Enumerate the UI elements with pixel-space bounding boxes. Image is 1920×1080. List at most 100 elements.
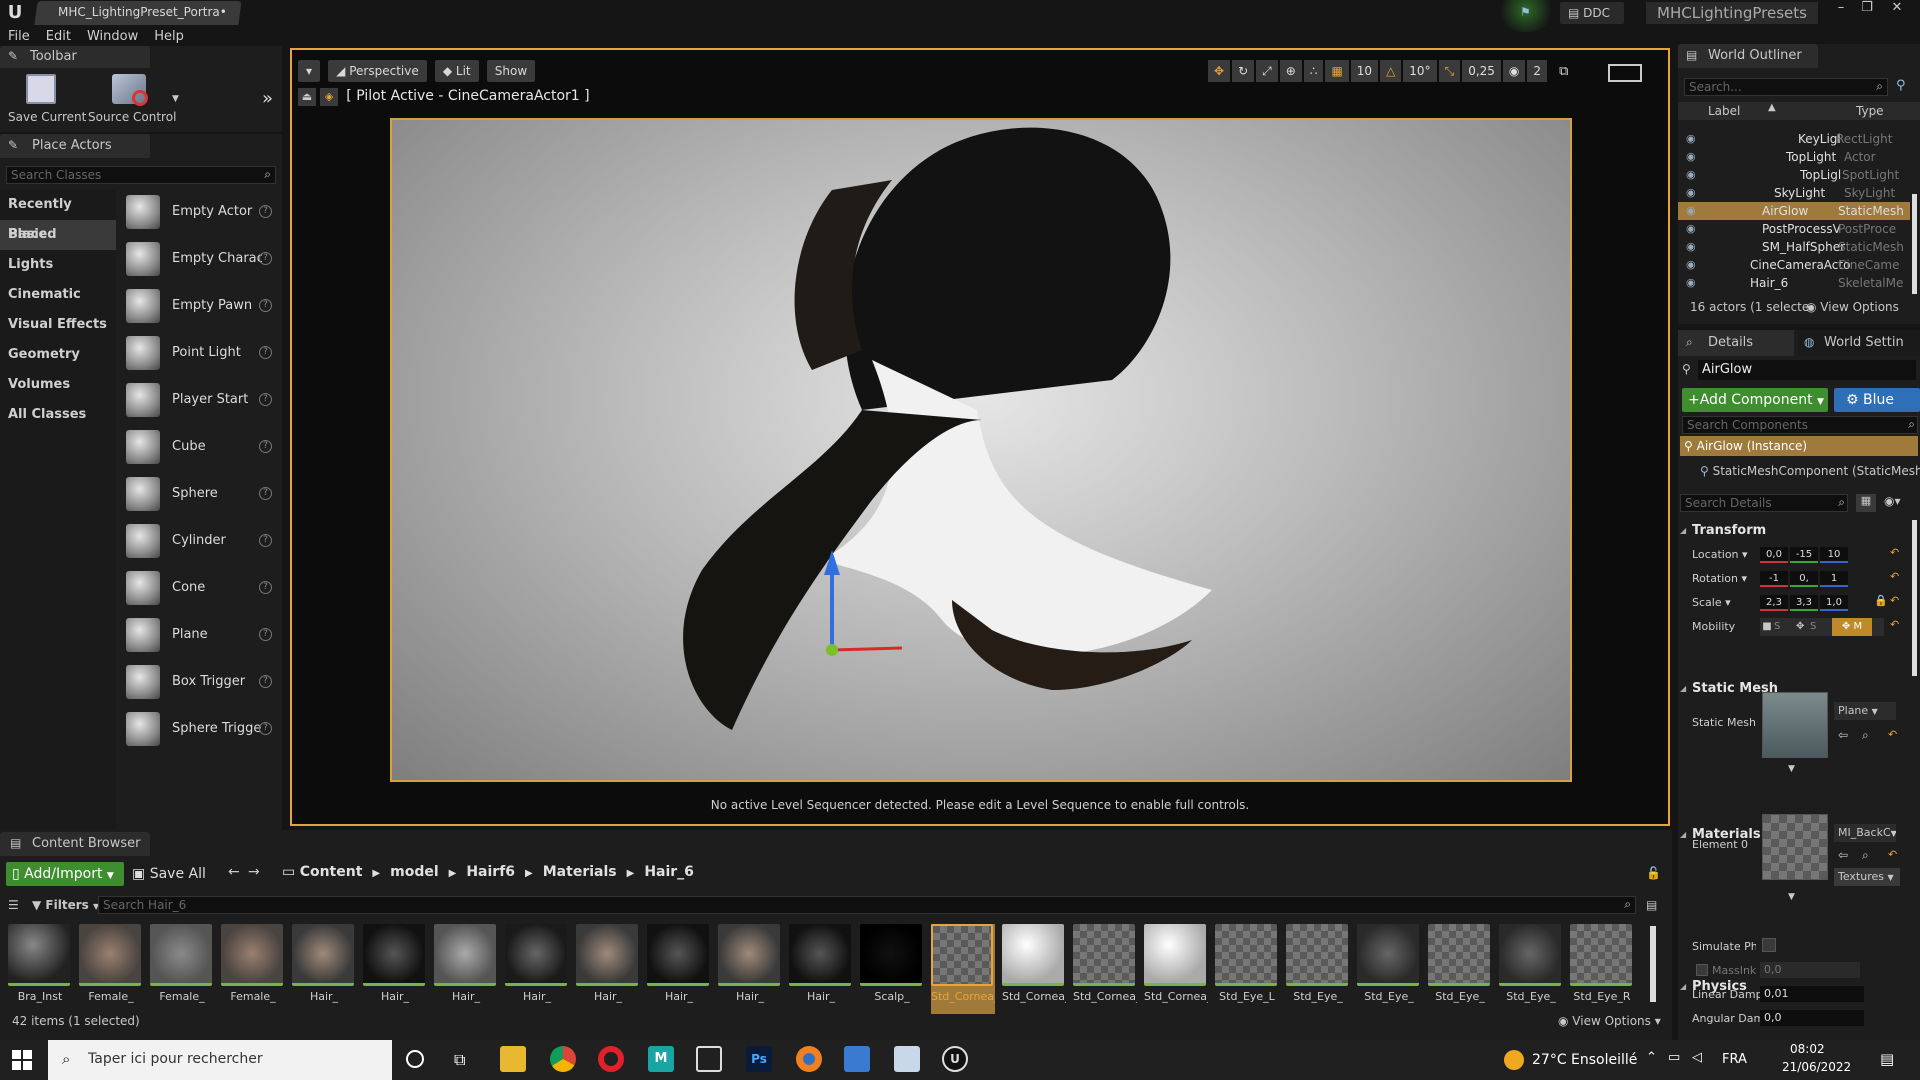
perspective-button[interactable]: ◢ Perspective	[328, 60, 427, 82]
actor-item[interactable]: Cylinder?	[118, 517, 282, 564]
mobility-toggle[interactable]: ■ S ✥ S ✥ M	[1760, 618, 1884, 636]
category-basic[interactable]: Basic	[0, 220, 116, 250]
outliner-row[interactable]: ◉ KeyLigl RectLight	[1678, 130, 1910, 148]
object-name-field[interactable]: AirGlow	[1698, 360, 1916, 380]
mobility-movable[interactable]: ✥ M	[1832, 618, 1872, 636]
menu-window[interactable]: Window	[79, 26, 146, 48]
task-view-icon[interactable]: ⧉	[454, 1050, 465, 1070]
eye-icon[interactable]: ◉	[1686, 130, 1696, 148]
asset-tile[interactable]: Bra_Inst	[8, 924, 72, 1014]
eye-icon[interactable]: ◉	[1686, 184, 1696, 202]
app-window-icon[interactable]	[894, 1046, 920, 1072]
actor-item[interactable]: Cone?	[118, 564, 282, 611]
volume-icon[interactable]: ◁	[1692, 1050, 1702, 1065]
menu-help[interactable]: Help	[146, 26, 192, 48]
asset-tile[interactable]: Hair_	[647, 924, 711, 1014]
mobility-static[interactable]: S	[1774, 618, 1796, 636]
asset-tile[interactable]: Hair_	[718, 924, 782, 1014]
viewport[interactable]: ▾ ◢ Perspective ◆ Lit Show ✥ ↻ ⤢ ⊕ ∴ ▦ 10 △ 10° ⤡…	[290, 48, 1670, 826]
outliner-row[interactable]: ◉ CineCameraActo CineCame	[1678, 256, 1910, 274]
asset-tile[interactable]: Std_Eye_R	[1570, 924, 1634, 1014]
network-icon[interactable]: ▭	[1668, 1050, 1680, 1065]
photoshop-icon[interactable]: Ps	[746, 1046, 772, 1072]
asset-tile[interactable]: Std_Eye_L	[1215, 924, 1279, 1014]
location-label[interactable]: Location ▾	[1692, 548, 1748, 561]
asset-tile[interactable]: Female_	[221, 924, 285, 1014]
eye-icon[interactable]: ◉	[1686, 220, 1696, 238]
static-mesh-dropdown[interactable]: Plane ▼	[1834, 702, 1896, 720]
help-icon[interactable]: ?	[259, 252, 272, 265]
rotation-x-field[interactable]: -1	[1760, 571, 1788, 587]
content-browser-tab[interactable]: ▤ Content Browser	[0, 832, 150, 856]
reset-material-icon[interactable]: ↶	[1888, 848, 1897, 861]
eye-icon[interactable]: ◉	[1686, 256, 1696, 274]
world-outliner-tab[interactable]: ▤ World Outliner	[1678, 44, 1818, 68]
blueprint-button[interactable]: ⚙ Blue	[1834, 388, 1920, 412]
grid-snap-icon[interactable]: ▦	[1325, 60, 1349, 82]
assets-scrollbar[interactable]	[1650, 926, 1656, 1002]
maximize-viewport-icon[interactable]: ⧉	[1559, 64, 1568, 79]
outliner-row[interactable]: ◉ SM_HalfSpher StaticMesh	[1678, 238, 1910, 256]
use-material-icon[interactable]: ⇦	[1838, 848, 1848, 862]
show-button[interactable]: Show	[486, 60, 536, 82]
linear-damping-field[interactable]: 0,01	[1760, 986, 1864, 1002]
actor-item[interactable]: Empty Charact?	[118, 235, 282, 282]
actor-item[interactable]: Sphere?	[118, 470, 282, 517]
back-arrow-icon[interactable]: ←	[228, 864, 240, 880]
help-icon[interactable]: ?	[259, 675, 272, 688]
eye-icon[interactable]: ◉	[1686, 238, 1696, 256]
help-icon[interactable]: ?	[259, 346, 272, 359]
add-import-button[interactable]: ▯ Add/Import ▼	[6, 862, 124, 886]
asset-tile[interactable]: Female_	[150, 924, 214, 1014]
help-icon[interactable]: ?	[259, 722, 272, 735]
language-indicator[interactable]: FRA	[1722, 1052, 1747, 1067]
actor-item[interactable]: Empty Actor?	[118, 188, 282, 235]
cortana-icon[interactable]	[406, 1050, 424, 1068]
viewport-options-button[interactable]: ▾	[298, 60, 321, 82]
asset-tile[interactable]: Hair_	[363, 924, 427, 1014]
scale-y-field[interactable]: 3,3	[1790, 595, 1818, 611]
actor-item[interactable]: Point Light?	[118, 329, 282, 376]
add-component-button[interactable]: +Add Component ▼	[1682, 388, 1828, 412]
rotation-z-field[interactable]: 1	[1820, 571, 1848, 587]
menu-edit[interactable]: Edit	[38, 26, 79, 48]
outliner-scrollbar[interactable]	[1912, 194, 1917, 294]
reset-scale-icon[interactable]: ↶	[1890, 594, 1899, 607]
taskbar-search-box[interactable]: ⌕ Taper ici pour rechercher	[48, 1040, 392, 1080]
unreal-engine-taskbar-icon[interactable]: U	[942, 1046, 968, 1072]
details-tab[interactable]: ⌕ Details	[1678, 330, 1794, 356]
opera-icon[interactable]	[598, 1046, 624, 1072]
category-all-classes[interactable]: All Classes	[0, 400, 116, 430]
toolbar-tab[interactable]: ✎ Toolbar	[0, 46, 150, 68]
clock-time[interactable]: 08:02	[1790, 1042, 1825, 1056]
blender-icon[interactable]	[796, 1046, 822, 1072]
location-z-field[interactable]: 10	[1820, 547, 1848, 563]
outliner-row[interactable]: ◉ TopLight Actor	[1678, 148, 1910, 166]
grid-snap-value[interactable]: 10	[1350, 60, 1379, 82]
help-icon[interactable]: ?	[259, 299, 272, 312]
asset-search-input[interactable]: Search Hair_6 ⌕	[98, 896, 1636, 914]
eye-icon[interactable]: ◉	[1686, 202, 1696, 220]
reset-mesh-icon[interactable]: ↶	[1888, 728, 1897, 741]
breadcrumb-hair6[interactable]: Hair_6	[644, 864, 694, 880]
photos-icon[interactable]	[844, 1046, 870, 1072]
source-control-icon[interactable]: ⚑	[1520, 5, 1534, 19]
asset-tile[interactable]: Hair_	[434, 924, 498, 1014]
rotation-snap-icon[interactable]: △	[1380, 60, 1402, 82]
save-all-button[interactable]: ▣ Save All	[132, 862, 218, 886]
outliner-row[interactable]: ◉ Hair_6 SkeletalMe	[1678, 274, 1910, 292]
help-icon[interactable]: ?	[259, 440, 272, 453]
breadcrumb-model[interactable]: model	[390, 864, 439, 880]
clock-date[interactable]: 21/06/2022	[1782, 1060, 1851, 1074]
chrome-icon[interactable]	[550, 1046, 576, 1072]
asset-tile[interactable]: Hair_	[292, 924, 356, 1014]
expand-mesh-icon[interactable]: ▼	[1788, 764, 1795, 774]
place-actors-tab[interactable]: ✎ Place Actors	[0, 134, 150, 158]
expand-materials-icon[interactable]: ▼	[1788, 892, 1795, 902]
help-icon[interactable]: ?	[259, 534, 272, 547]
weather-icon[interactable]	[1504, 1050, 1524, 1070]
asset-tile[interactable]: Std_Eye_	[1499, 924, 1563, 1014]
3d-viewer-icon[interactable]	[696, 1046, 722, 1072]
unreal-logo-icon[interactable]: U	[4, 2, 26, 24]
asset-tile[interactable]: Std_Cornea_R	[1073, 924, 1137, 1014]
